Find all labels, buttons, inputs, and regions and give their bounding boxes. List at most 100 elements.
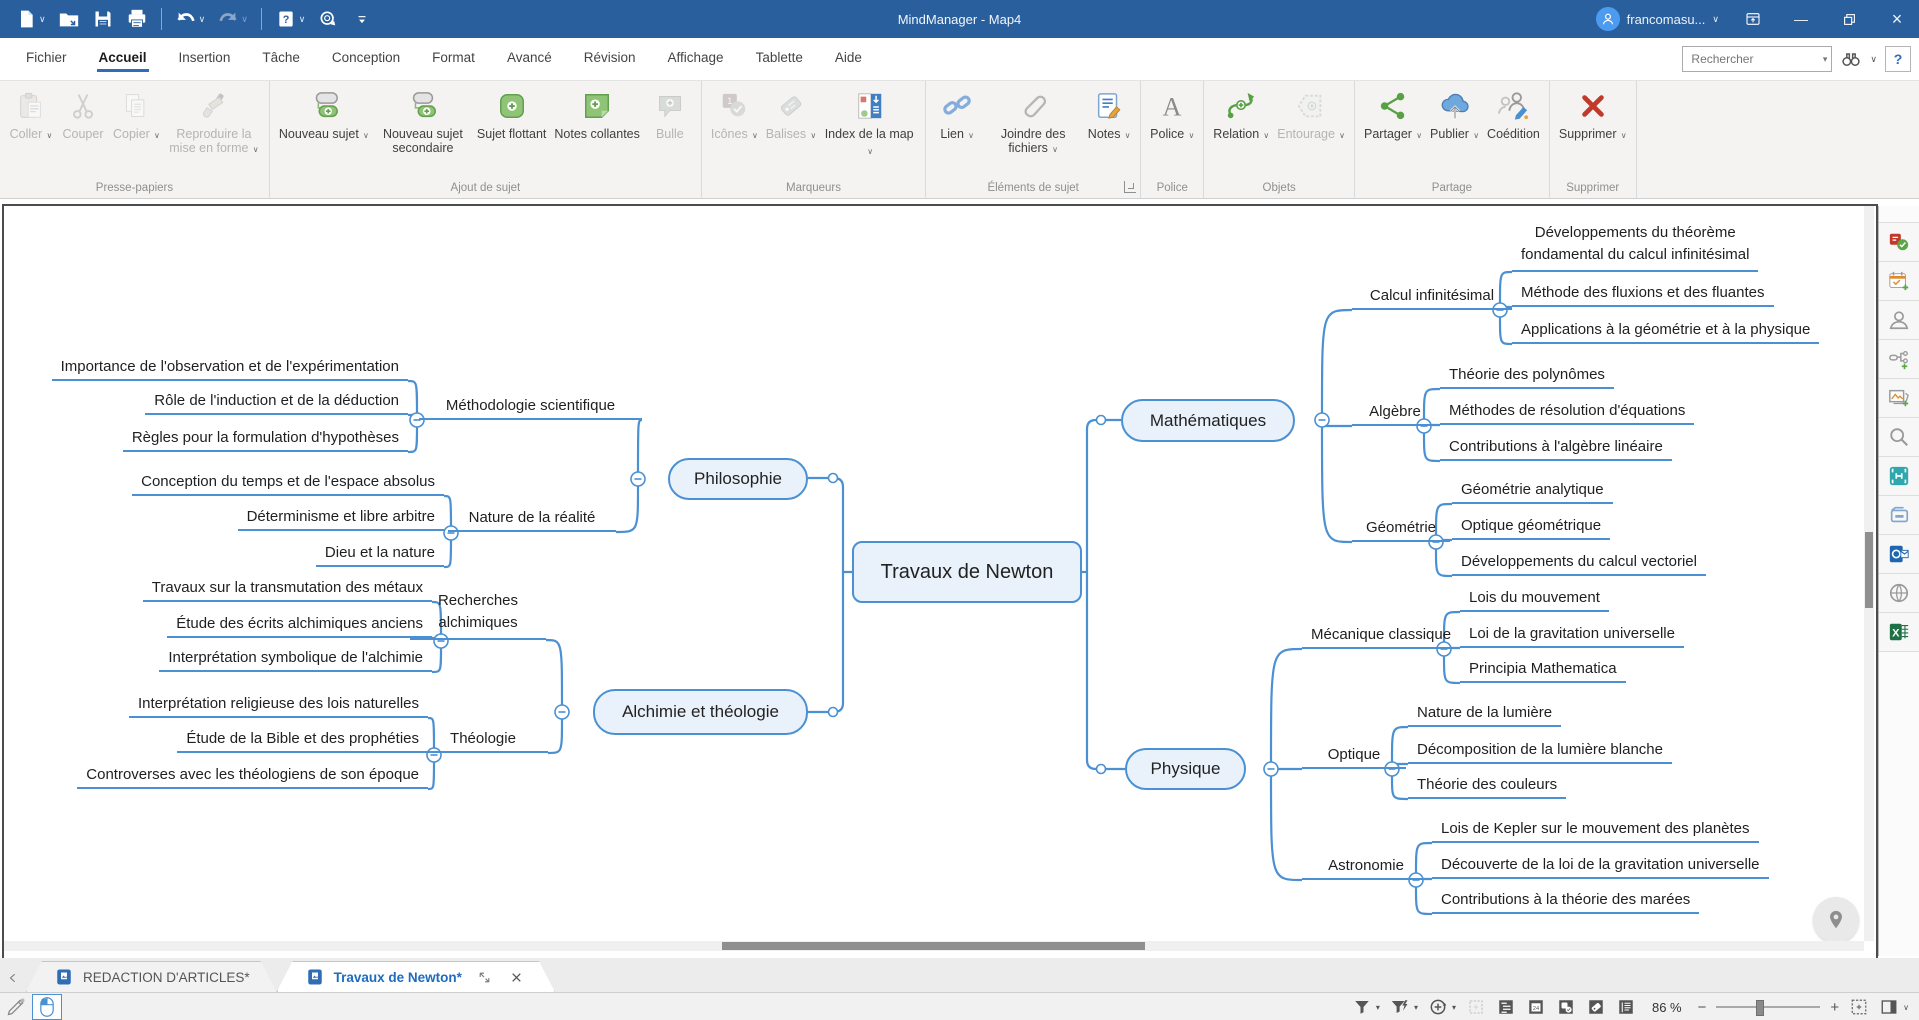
tab-affichage[interactable]: Affichage [654,44,738,75]
help-book-button[interactable]: ?∨ [270,4,311,34]
sidebar-pane-images[interactable] [1879,379,1919,418]
fit-map-button[interactable] [1849,997,1869,1017]
coedit-button[interactable]: Coédition [1484,87,1543,143]
relationship-button[interactable]: Relation ∨ [1210,87,1272,145]
tab-tablette[interactable]: Tablette [742,44,817,75]
main-topic[interactable]: Mathématiques [1121,399,1295,442]
tab-insertion[interactable]: Insertion [165,44,245,75]
main-topic[interactable]: Philosophie [668,458,808,500]
link-button[interactable]: Lien ∨ [932,87,982,145]
sidebar-pane-web[interactable] [1879,574,1919,613]
popout-icon[interactable] [474,966,496,988]
restore-button[interactable] [1827,0,1871,38]
attach-button[interactable]: Joindre des fichiers ∨ [984,87,1082,159]
power-filter-icon[interactable] [1390,997,1410,1017]
document-tab[interactable]: Travaux de Newton* [277,961,555,992]
vertical-scrollbar-thumb[interactable] [1865,532,1873,608]
notes-button[interactable]: Notes ∨ [1084,87,1134,145]
sidebar-pane-browser[interactable] [1879,496,1919,535]
map-topic[interactable]: Optique géométrique [1452,514,1610,540]
horizontal-scrollbar[interactable] [4,941,1864,951]
map-topic[interactable]: Règles pour la formulation d'hypothèses [123,426,408,452]
map-topic[interactable]: Nature de la réalité [448,506,616,532]
horizontal-scrollbar-thumb[interactable] [722,942,1145,950]
map-topic[interactable]: Optique [1302,743,1406,769]
help-button[interactable]: ? [1885,46,1911,72]
location-pin-button[interactable] [1813,897,1859,943]
panel-layout-button[interactable] [1879,997,1899,1017]
zoom-slider-handle[interactable] [1756,1000,1764,1016]
map-topic[interactable]: Étude des écrits alchimiques anciens [167,612,432,638]
icon-view-icon[interactable] [1556,997,1576,1017]
map-topic[interactable]: Controverses avec les théologiens de son… [77,763,428,789]
new-topic-button[interactable]: Nouveau sujet ∨ [276,87,372,145]
tab-conception[interactable]: Conception [318,44,414,75]
sidebar-pane-outlook[interactable] [1879,535,1919,574]
map-index-button[interactable]: Index de la map ∨ [821,87,919,161]
map-topic[interactable]: Contributions à l'algèbre linéaire [1440,435,1672,461]
panel-layout-chevron-icon[interactable]: ∨ [1903,1003,1909,1012]
map-topic[interactable]: Calcul infinitésimal [1352,284,1512,310]
notes-view-icon[interactable] [1616,997,1636,1017]
map-topic[interactable]: Lois du mouvement [1460,586,1609,612]
sticky-note-button[interactable]: Notes collantes [551,87,642,143]
save-button[interactable] [87,4,119,34]
share-button[interactable]: Partager ∨ [1361,87,1425,145]
zoom-out-button[interactable]: − [1698,999,1707,1016]
font-button[interactable]: APolice ∨ [1147,87,1197,145]
web-help-button[interactable] [312,4,344,34]
map-topic[interactable]: Principia Mathematica [1460,657,1626,683]
map-topic[interactable]: Développements du calcul vectoriel [1452,550,1706,576]
sidebar-pane-topic-parts[interactable] [1879,340,1919,379]
map-topic[interactable]: Théologie [418,727,548,753]
close-tab-icon[interactable] [506,966,528,988]
sidebar-pane-search[interactable] [1879,418,1919,457]
main-topic[interactable]: Alchimie et théologie [593,689,808,735]
map-topic[interactable]: Méthodes de résolution d'équations [1440,399,1694,425]
map-topic[interactable]: Contributions à la théorie des marées [1432,888,1699,914]
map-topic[interactable]: Interprétation symbolique de l'alchimie [159,646,432,672]
outline-view-icon[interactable] [1496,997,1516,1017]
map-topic[interactable]: Algèbre [1352,400,1438,426]
vertical-scrollbar[interactable] [1864,206,1874,941]
map-topic[interactable]: Dieu et la nature [316,541,444,567]
quick-add-icon[interactable] [1428,997,1448,1017]
map-topic[interactable]: Géométrie [1352,516,1450,542]
tab-avancé[interactable]: Avancé [493,44,566,75]
map-topic[interactable]: Travaux sur la transmutation des métaux [143,576,432,602]
undo-button[interactable]: ∨ [170,4,211,34]
map-topic[interactable]: Méthode des fluxions et des fluantes [1512,281,1774,307]
customize-toolbar-button[interactable] [346,4,378,34]
map-topic[interactable]: Conception du temps et de l'espace absol… [132,470,444,496]
schedule-view-icon[interactable]: 24 [1526,997,1546,1017]
tab-scroll-left-button[interactable] [0,964,26,992]
mouse-mode-button[interactable] [32,994,62,1020]
map-topic[interactable]: Importance de l'observation et de l'expé… [52,355,408,381]
dialog-launcher-icon[interactable] [1124,181,1136,193]
main-topic[interactable]: Physique [1125,748,1246,790]
tab-fichier[interactable]: Fichier [12,44,81,75]
map-topic[interactable]: Applications à la géométrie et à la phys… [1512,318,1819,344]
print-button[interactable] [121,4,153,34]
tag-view-icon[interactable] [1586,997,1606,1017]
map-topic[interactable]: Méthodologie scientifique [419,394,642,420]
tab-format[interactable]: Format [418,44,489,75]
map-topic[interactable]: Théorie des polynômes [1440,363,1614,389]
binoculars-icon[interactable] [1840,48,1862,70]
delete-button[interactable]: Supprimer ∨ [1556,87,1630,145]
sidebar-pane-snapshot[interactable] [1879,457,1919,496]
map-topic[interactable]: Décomposition de la lumière blanche [1408,738,1672,764]
map-topic[interactable]: Géométrie analytique [1452,478,1613,504]
search-input[interactable] [1689,51,1813,67]
new-subtopic-button[interactable]: Nouveau sujet secondaire [374,87,472,157]
map-topic[interactable]: Théorie des couleurs [1408,773,1566,799]
tab-accueil[interactable]: Accueil [85,44,161,75]
tab-tâche[interactable]: Tâche [248,44,314,75]
map-topic[interactable]: Loi de la gravitation universelle [1460,622,1684,648]
filter-icon[interactable] [1352,997,1372,1017]
central-topic[interactable]: Travaux de Newton [852,541,1082,603]
new-document-button[interactable]: ∨ [10,4,51,34]
zoom-slider[interactable] [1716,1000,1820,1014]
map-topic[interactable]: Astronomie [1302,854,1430,880]
search-box[interactable]: ▾ [1682,46,1832,72]
